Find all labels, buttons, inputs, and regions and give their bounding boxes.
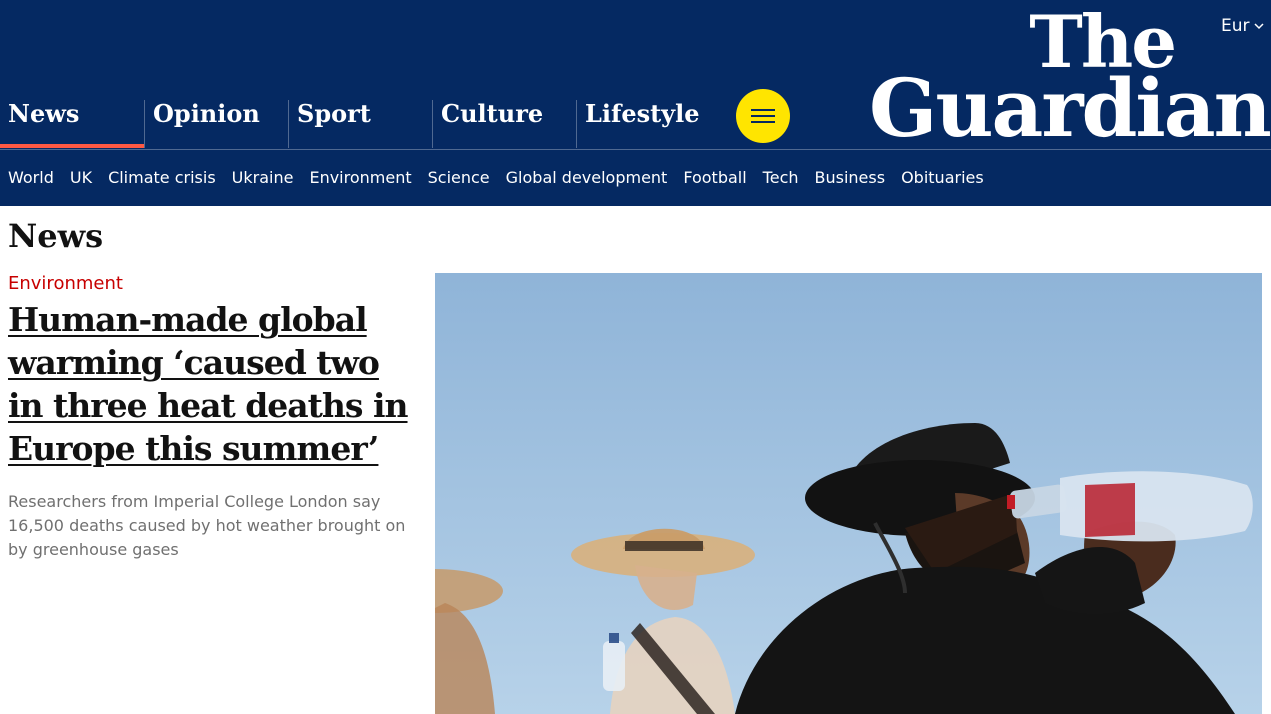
subnav-item-uk[interactable]: UK (70, 166, 92, 190)
nav-divider (0, 149, 1271, 150)
hamburger-menu-icon (751, 109, 775, 123)
subnav-item-football[interactable]: Football (683, 166, 746, 190)
subnav-item-science[interactable]: Science (428, 166, 490, 190)
subnav-item-obituaries[interactable]: Obituaries (901, 166, 984, 190)
subnav-item-world[interactable]: World (8, 166, 54, 190)
subnav-item-business[interactable]: Business (815, 166, 886, 190)
subnav: World UK Climate crisis Ukraine Environm… (8, 166, 984, 190)
section-title: News (8, 217, 104, 255)
article-standfirst: Researchers from Imperial College London… (8, 492, 406, 559)
pillar-sport[interactable]: Sport (288, 100, 432, 148)
masthead: Eur The Guardian News Opinion Sport Cult… (0, 0, 1271, 206)
subnav-item-global-development[interactable]: Global development (506, 166, 668, 190)
article-image[interactable] (435, 273, 1262, 714)
pillar-nav: News Opinion Sport Culture Lifestyle (0, 100, 720, 150)
subnav-item-environment[interactable]: Environment (309, 166, 411, 190)
subnav-item-climate-crisis[interactable]: Climate crisis (108, 166, 216, 190)
pillar-opinion[interactable]: Opinion (144, 100, 288, 148)
article-headline[interactable]: Human-made global warming ‘caused two in… (8, 298, 418, 470)
menu-button[interactable] (736, 89, 790, 143)
guardian-logo[interactable]: The Guardian (869, 6, 1271, 155)
pillar-news[interactable]: News (0, 100, 144, 148)
logo-line-guardian: Guardian (869, 61, 1271, 155)
pillar-lifestyle[interactable]: Lifestyle (576, 100, 720, 148)
article-kicker[interactable]: Environment (8, 272, 123, 296)
pillar-culture[interactable]: Culture (432, 100, 576, 148)
article-photo (435, 273, 1262, 714)
subnav-item-tech[interactable]: Tech (763, 166, 799, 190)
subnav-item-ukraine[interactable]: Ukraine (232, 166, 294, 190)
